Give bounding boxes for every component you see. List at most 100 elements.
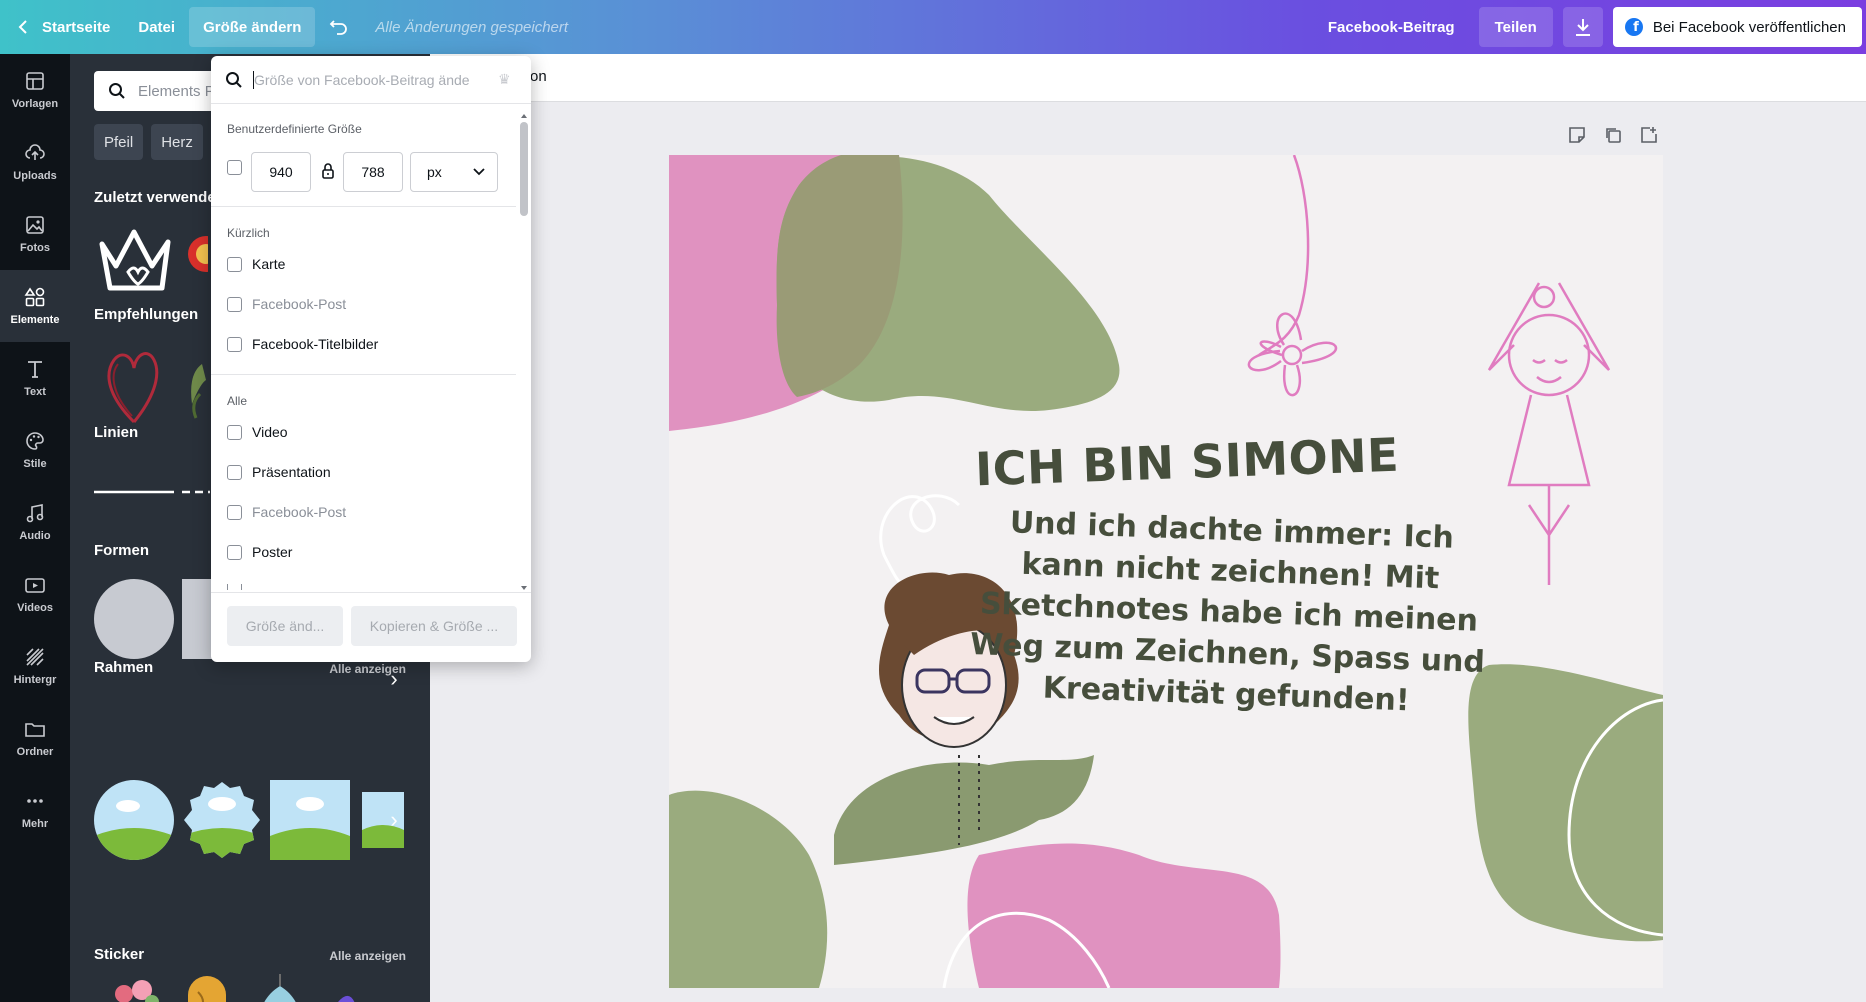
duplicate-page-button[interactable] xyxy=(1602,124,1624,146)
crown-sticker[interactable] xyxy=(94,224,176,300)
publish-label: Bei Facebook veröffentlichen xyxy=(1652,18,1846,36)
resize-confirm-button[interactable]: Größe änd... xyxy=(227,606,343,646)
rail-item-elemente[interactable]: Elemente xyxy=(0,270,70,342)
ornament-sticker[interactable] xyxy=(240,972,320,1002)
video-icon xyxy=(25,578,45,593)
copy-resize-button[interactable]: Kopieren & Größe ... xyxy=(351,606,517,646)
rail-item-text[interactable]: Text xyxy=(0,342,70,414)
lines-thumbs xyxy=(94,464,210,520)
solid-line[interactable] xyxy=(94,464,174,520)
page-tools xyxy=(1566,124,1660,146)
checkbox[interactable] xyxy=(227,256,242,272)
add-page-icon xyxy=(1641,127,1657,143)
crown-icon: ♛ xyxy=(498,71,511,87)
chevron-right-icon: › xyxy=(390,807,398,832)
lock-icon[interactable] xyxy=(321,162,335,180)
download-button[interactable] xyxy=(1562,7,1603,47)
context-toolbar xyxy=(430,54,1866,102)
all-item-poster[interactable]: Poster xyxy=(227,544,292,560)
flower-envelope-sticker[interactable] xyxy=(94,972,174,1002)
resize-search-input[interactable]: Größe von Facebook-Beitrag ände ♛ xyxy=(211,56,531,104)
search-icon xyxy=(109,83,125,99)
undo-icon xyxy=(330,20,348,35)
section-recent-title: Zuletzt verwende xyxy=(94,189,216,206)
rail-item-audio[interactable]: Audio xyxy=(0,486,70,558)
rail-item-hintergrund[interactable]: Hintergr xyxy=(0,630,70,702)
checkbox[interactable] xyxy=(227,544,242,560)
plant-sticker[interactable] xyxy=(182,344,206,426)
divider xyxy=(211,206,516,207)
recent-item-facebook-post[interactable]: Facebook-Post xyxy=(227,296,346,312)
stickers-see-all-link[interactable]: Alle anzeigen xyxy=(329,949,406,963)
document-title[interactable]: Facebook-Beitrag xyxy=(1328,19,1455,36)
checkbox[interactable] xyxy=(227,504,242,520)
context-toolbar-text[interactable]: on xyxy=(530,68,547,85)
section-lines-title: Linien xyxy=(94,424,139,441)
note-button[interactable] xyxy=(1566,124,1588,146)
chip-herz[interactable]: Herz xyxy=(151,124,203,160)
rail-item-ordner[interactable]: Ordner xyxy=(0,702,70,774)
all-item-partial[interactable] xyxy=(227,584,242,590)
section-recommended-title: Empfehlungen xyxy=(94,306,199,323)
custom-size-label: Benutzerdefinierte Größe xyxy=(227,122,362,136)
circle-shape[interactable] xyxy=(94,579,174,659)
rectangle-frame[interactable] xyxy=(270,780,350,860)
wood-slice-sticker[interactable] xyxy=(182,972,232,1002)
height-input[interactable]: 788 xyxy=(343,152,403,192)
rail-item-stile[interactable]: Stile xyxy=(0,414,70,486)
design-body-text[interactable]: Und ich dachte immer: Ich kann nicht zei… xyxy=(966,501,1493,724)
all-item-facebook-post[interactable]: Facebook-Post xyxy=(227,504,346,520)
share-button[interactable]: Teilen xyxy=(1478,7,1553,47)
folder-icon xyxy=(25,723,45,737)
unit-select[interactable]: px xyxy=(410,152,498,192)
publish-facebook-button[interactable]: f Bei Facebook veröffentlichen xyxy=(1612,7,1862,47)
home-button[interactable]: Startseite xyxy=(0,7,124,47)
section-stickers-title: Sticker xyxy=(94,946,145,963)
checkbox[interactable] xyxy=(227,336,242,352)
checkbox[interactable] xyxy=(227,160,242,175)
checkbox[interactable] xyxy=(227,296,242,312)
green-blob-bottom-left xyxy=(669,790,828,988)
yoga-figure-doodle xyxy=(1487,282,1611,585)
dashed-line[interactable] xyxy=(182,464,210,520)
frames-see-all-link[interactable]: Alle anzeigen xyxy=(329,662,406,676)
chip-pfeil[interactable]: Pfeil xyxy=(94,124,144,160)
rail-item-mehr[interactable]: Mehr xyxy=(0,774,70,846)
scroll-down-arrow-icon[interactable] xyxy=(519,584,529,592)
text-icon xyxy=(28,361,42,378)
width-input[interactable]: 940 xyxy=(251,152,311,192)
rail-item-vorlagen[interactable]: Vorlagen xyxy=(0,54,70,126)
rail-item-fotos[interactable]: Fotos xyxy=(0,198,70,270)
all-item-video[interactable]: Video xyxy=(227,424,288,440)
recent-item-facebook-titelbilder[interactable]: Facebook-Titelbilder xyxy=(227,336,378,352)
chevron-down-icon xyxy=(473,168,485,176)
resize-button[interactable]: Größe ändern xyxy=(189,7,316,47)
frames-thumbs xyxy=(94,780,404,860)
scalloped-frame[interactable] xyxy=(182,780,262,860)
home-label: Startseite xyxy=(42,18,111,36)
checkbox[interactable] xyxy=(227,424,242,440)
add-page-button[interactable] xyxy=(1638,124,1660,146)
file-menu-button[interactable]: Datei xyxy=(124,7,189,47)
circle-frame[interactable] xyxy=(94,780,174,860)
recent-item-karte[interactable]: Karte xyxy=(227,256,285,272)
dropdown-scroll-thumb[interactable] xyxy=(520,122,528,216)
upload-cloud-icon xyxy=(25,144,45,160)
scroll-up-arrow-icon[interactable] xyxy=(519,112,529,120)
note-icon xyxy=(1569,127,1585,143)
rail-item-videos[interactable]: Videos xyxy=(0,558,70,630)
partial-sticker[interactable] xyxy=(328,972,358,1002)
rail-item-uploads[interactable]: Uploads xyxy=(0,126,70,198)
save-status: Alle Änderungen gespeichert xyxy=(375,18,569,36)
undo-button[interactable] xyxy=(315,7,363,47)
design-page[interactable]: ICH BIN SIMONE Und ich dachte immer: Ich… xyxy=(669,155,1663,988)
checkbox[interactable] xyxy=(227,464,242,480)
photo-icon xyxy=(26,216,44,234)
heart-doodle[interactable] xyxy=(94,344,174,426)
all-item-praesentation[interactable]: Präsentation xyxy=(227,464,331,480)
frames-next-arrow[interactable]: › xyxy=(382,807,406,832)
section-frames-title: Rahmen xyxy=(94,659,154,676)
ribbon-badge-sticker[interactable] xyxy=(184,224,208,300)
checkbox[interactable] xyxy=(227,584,242,590)
custom-size-checkbox[interactable] xyxy=(227,160,242,175)
